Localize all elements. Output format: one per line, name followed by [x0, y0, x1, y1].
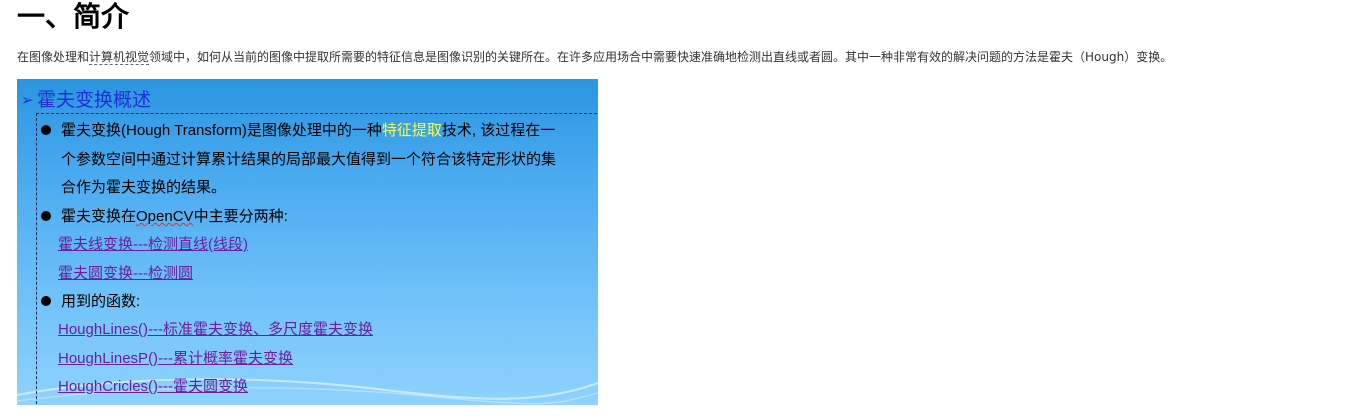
function-name: HoughLinesP() — [58, 350, 159, 367]
bullet1-line3: 合作为霍夫变换的结果。 — [61, 179, 227, 196]
function-name: HoughLines() — [58, 321, 149, 338]
bullet-dot-icon — [41, 125, 51, 135]
bullet1-line2: 个参数空间中通过计算累计结果的局部最大值得到一个符合该特定形状的集 — [61, 151, 557, 168]
intro-paragraph: 在图像处理和计算机视觉领域中，如何从当前的图像中提取所需要的特征信息是图像识别的… — [17, 48, 1172, 66]
bullet3-text: 用到的函数: — [61, 293, 141, 310]
link-houghlines[interactable]: HoughLines()---标准霍夫变换、多尺度霍夫变换 — [58, 320, 373, 340]
function-desc: ---累计概率霍夫变换 — [158, 350, 294, 367]
opencv-word: OpenCV — [136, 208, 194, 225]
bullet1-text-a: 霍夫变换(Hough Transform)是图像处理中的一种 — [61, 122, 382, 139]
bullet-dot-icon — [41, 296, 51, 306]
bullet1-line1: 霍夫变换(Hough Transform)是图像处理中的一种特征提取技术, 该过… — [41, 121, 555, 141]
arrow-bullet-icon: ➢ — [21, 91, 34, 109]
function-desc: ---标准霍夫变换、多尺度霍夫变换 — [148, 321, 374, 338]
link-hough-circle-transform[interactable]: 霍夫圆变换---检测圆 — [58, 264, 193, 284]
bullet2-text-b: 中主要分两种: — [193, 208, 288, 225]
intro-text-start: 在图像处理和 — [17, 50, 90, 64]
bullet-dot-icon — [41, 211, 51, 221]
page-heading: 一、简介 — [17, 0, 130, 33]
link-hough-line-transform[interactable]: 霍夫线变换---检测直线(线段) — [58, 235, 248, 255]
bullet2-text-a: 霍夫变换在 — [61, 208, 137, 225]
slide-image-hough-overview: ➢ 霍夫变换概述 霍夫变换(Hough Transform)是图像处理中的一种特征… — [17, 79, 598, 405]
bullet2-line: 霍夫变换在OpenCV中主要分两种: — [41, 207, 288, 227]
bullet3-line: 用到的函数: — [41, 292, 140, 312]
slide-title: ➢ 霍夫变换概述 — [21, 88, 151, 112]
function-desc: ---霍夫圆变换 — [158, 378, 249, 395]
link-houghlinesp[interactable]: HoughLinesP()---累计概率霍夫变换 — [58, 349, 293, 369]
highlight-feature-extraction: 特征提取 — [381, 122, 442, 139]
function-name: HoughCricles() — [58, 378, 159, 395]
link-houghcricles[interactable]: HoughCricles()---霍夫圆变换 — [58, 377, 248, 397]
slide-title-text: 霍夫变换概述 — [37, 89, 152, 111]
bullet1-text-b: 技术, 该过程在一 — [441, 122, 556, 139]
intro-text-rest: 领域中，如何从当前的图像中提取所需要的特征信息是图像识别的关键所在。在许多应用场… — [149, 50, 1173, 64]
keyword-link-computer-vision[interactable]: 计算机视觉 — [89, 50, 150, 65]
